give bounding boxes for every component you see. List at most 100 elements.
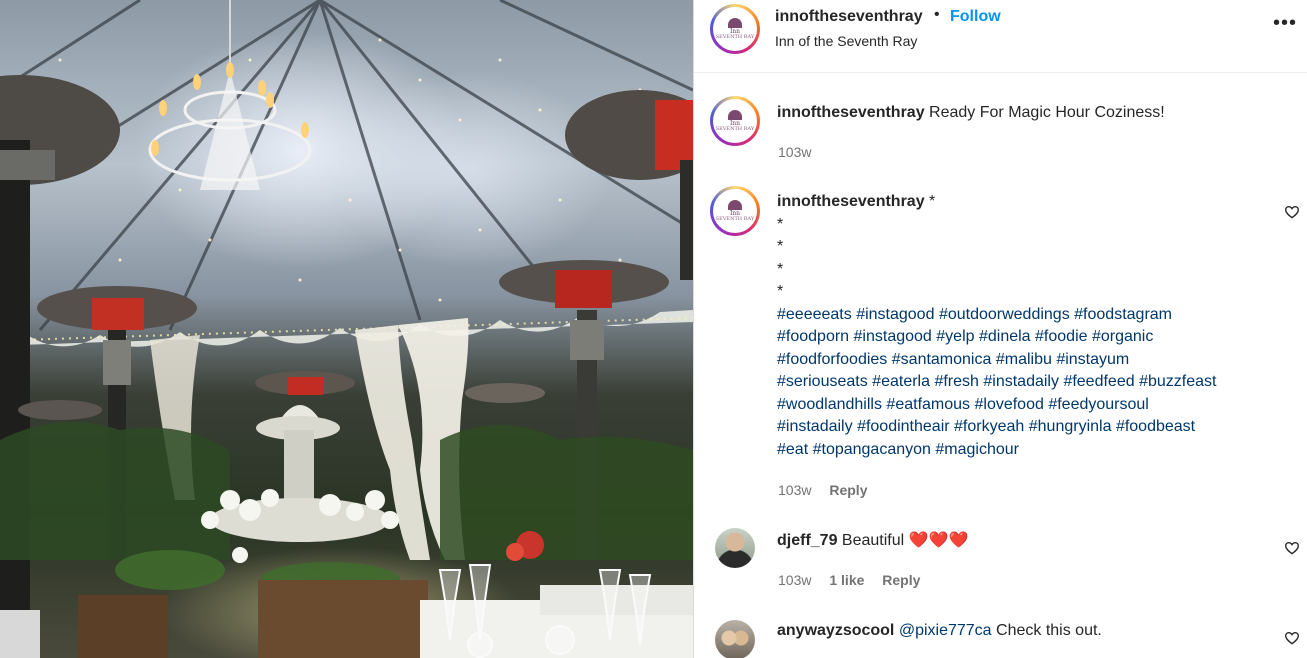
post-header: Inn SEVENTH RAY innoftheseventhray • Fol… (694, 0, 1307, 73)
hashtag-link[interactable]: #foodie (1035, 328, 1088, 345)
hashtag-block: #eeeeeats #instagood #outdoorweddings #f… (777, 304, 1267, 462)
comment-body: Ready For Magic Hour Coziness! (929, 104, 1165, 121)
hashtag-link[interactable]: #foodbeast (1116, 418, 1195, 435)
hashtag-link[interactable]: #eeeeeats (777, 306, 852, 323)
hashtag-line: #eat #topangacanyon #magichour (777, 439, 1267, 462)
hashtag-line: #foodporn #instagood #yelp #dinela #food… (777, 326, 1267, 349)
heater-illustration-right (565, 90, 693, 280)
comment-text: djeff_79 Beautiful ❤️❤️❤️ (777, 530, 1267, 553)
mention-link[interactable]: @pixie777ca (899, 622, 992, 639)
hashtag-link[interactable]: #yelp (936, 328, 974, 345)
follow-button[interactable]: Follow (950, 8, 1001, 26)
hashtag-line: #eeeeeats #instagood #outdoorweddings #f… (777, 304, 1267, 327)
comment-username[interactable]: innoftheseventhray (777, 104, 925, 121)
hashtag-link[interactable]: #topangacanyon (813, 441, 931, 458)
hashtag-link[interactable]: #lovefood (974, 396, 1043, 413)
hashtag-link[interactable]: #woodlandhills (777, 396, 882, 413)
hashtag-comment-logo: Inn SEVENTH RAY (713, 189, 757, 233)
comment-text: innoftheseventhray Ready For Magic Hour … (777, 102, 1267, 125)
caption-avatar[interactable]: Inn SEVENTH RAY (710, 96, 760, 146)
logo-text-line2: SEVENTH RAY (715, 34, 755, 40)
comment-age[interactable]: 103w (778, 482, 811, 498)
ellipsis-icon[interactable]: ••• (1273, 12, 1297, 35)
commenter-avatar[interactable] (715, 620, 755, 658)
comment-age[interactable]: 103w (778, 572, 811, 588)
hashtag-line: #instadaily #foodintheair #forkyeah #hun… (777, 416, 1267, 439)
hashtag-link[interactable]: #foodintheair (857, 418, 950, 435)
hashtag-link[interactable]: #eaterla (872, 373, 930, 390)
hashtag-link[interactable]: #instagood (854, 328, 932, 345)
hashtag-link[interactable]: #foodforfoodies (777, 351, 887, 368)
heart-emoji: ❤️❤️❤️ (908, 532, 969, 549)
post-location[interactable]: Inn of the Seventh Ray (775, 33, 917, 49)
logo-text-line2: SEVENTH RAY (715, 216, 755, 222)
reply-button[interactable]: Reply (882, 572, 920, 588)
like-count[interactable]: 1 like (829, 572, 864, 588)
hashtag-link[interactable]: #instadaily (983, 373, 1059, 390)
hashtag-link[interactable]: #organic (1092, 328, 1153, 345)
comment-username[interactable]: anywayzsocool (777, 622, 894, 639)
caption-logo: Inn SEVENTH RAY (713, 99, 757, 143)
hashtag-link[interactable]: #instagood (856, 306, 934, 323)
reply-button[interactable]: Reply (829, 482, 867, 498)
hashtag-link[interactable]: #instadaily (777, 418, 853, 435)
comment-text: anywayzsocool @pixie777ca Check this out… (777, 620, 1267, 643)
hashtag-line: #woodlandhills #eatfamous #lovefood #fee… (777, 394, 1267, 417)
asterisk-line: * (777, 260, 784, 278)
post-photo[interactable] (0, 0, 693, 658)
hashtag-link[interactable]: #foodporn (777, 328, 849, 345)
hashtag-link[interactable]: #fresh (934, 373, 978, 390)
comment-meta: 103w 1 like Reply (778, 572, 934, 588)
comment-body: Beautiful (841, 532, 905, 549)
hashtag-link[interactable]: #santamonica (892, 351, 992, 368)
hashtag-link[interactable]: #hungryinla (1029, 418, 1112, 435)
author-avatar[interactable]: Inn SEVENTH RAY (710, 4, 760, 54)
hashtag-link[interactable]: #dinela (979, 328, 1031, 345)
hashtag-link[interactable]: #magichour (935, 441, 1019, 458)
comment-text: innoftheseventhray * * * * * #eeeeeats #… (777, 191, 1267, 461)
hashtag-link[interactable]: #forkyeah (954, 418, 1024, 435)
comment-line: innoftheseventhray * (777, 191, 1267, 214)
hashtag-link[interactable]: #seriouseats (777, 373, 868, 390)
logo-arch-icon (728, 110, 742, 120)
like-heart-icon[interactable] (1284, 204, 1300, 220)
asterisk-line: * (777, 283, 784, 300)
logo-arch-icon (728, 200, 742, 210)
comment-meta: 103w (778, 144, 825, 160)
hashtag-link[interactable]: #outdoorweddings (939, 306, 1070, 323)
hashtag-link[interactable]: #foodstagram (1074, 306, 1172, 323)
user-comment: djeff_79 Beautiful ❤️❤️❤️ 103w 1 like Re… (694, 528, 1307, 598)
separator-dot: • (934, 6, 940, 23)
logo-text-line2: SEVENTH RAY (715, 126, 755, 132)
hashtag-link[interactable]: #instayum (1056, 351, 1129, 368)
post-photo-illustration (0, 0, 693, 658)
hashtag-comment: Inn SEVENTH RAY innoftheseventhray * * *… (694, 186, 1307, 506)
hashtag-link[interactable]: #feedyoursoul (1048, 396, 1149, 413)
author-username[interactable]: innoftheseventhray (775, 8, 923, 26)
like-heart-icon[interactable] (1284, 630, 1300, 646)
caption-comment: Inn SEVENTH RAY innoftheseventhray Ready… (694, 96, 1307, 166)
hashtag-link[interactable]: #feedfeed (1063, 373, 1134, 390)
chandelier-illustration (148, 0, 312, 190)
comment-body: Check this out. (996, 622, 1102, 639)
hashtag-comment-avatar[interactable]: Inn SEVENTH RAY (710, 186, 760, 236)
hashtag-link[interactable]: #buzzfeast (1139, 373, 1216, 390)
hashtag-link[interactable]: #eat (777, 441, 808, 458)
asterisk-line: * (777, 215, 784, 233)
comment-username[interactable]: innoftheseventhray (777, 193, 925, 210)
post-side-panel: Inn SEVENTH RAY innoftheseventhray • Fol… (693, 0, 1307, 658)
hashtag-line: #foodforfoodies #santamonica #malibu #in… (777, 349, 1267, 372)
logo-arch-icon (728, 18, 742, 28)
hashtag-line: #seriouseats #eaterla #fresh #instadaily… (777, 371, 1267, 394)
hashtag-link[interactable]: #malibu (996, 351, 1052, 368)
user-comment: anywayzsocool @pixie777ca Check this out… (694, 618, 1307, 658)
fountain-illustration (210, 405, 390, 542)
commenter-avatar[interactable] (715, 528, 755, 568)
asterisk-line: * (929, 193, 936, 210)
hashtag-link[interactable]: #eatfamous (886, 396, 970, 413)
comment-age[interactable]: 103w (778, 144, 811, 160)
like-heart-icon[interactable] (1284, 540, 1300, 556)
comment-meta: 103w Reply (778, 482, 881, 498)
author-logo: Inn SEVENTH RAY (713, 7, 757, 51)
comment-username[interactable]: djeff_79 (777, 532, 837, 549)
